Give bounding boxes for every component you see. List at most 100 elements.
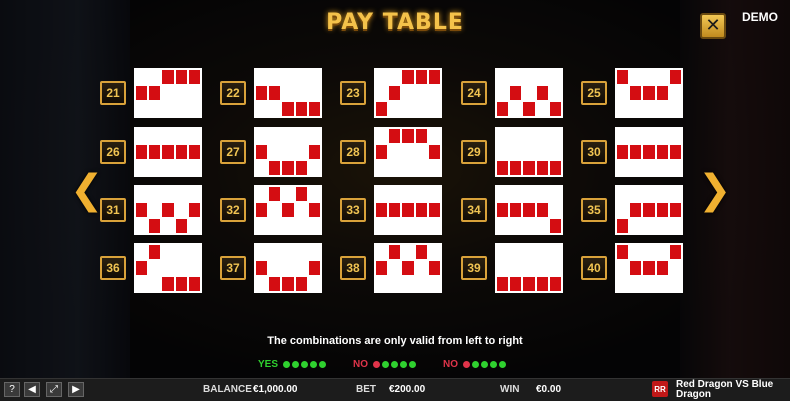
- fullscreen-icon[interactable]: ⤢: [46, 382, 62, 397]
- payline-pattern: [495, 243, 563, 293]
- payline-cell-active: [295, 161, 307, 175]
- payline-cell: [643, 245, 655, 259]
- payline-cell: [643, 102, 655, 116]
- payline-cell: [389, 161, 401, 175]
- payline-cell: [415, 187, 427, 201]
- payline-pattern: [495, 127, 563, 177]
- payline-cell: [669, 261, 681, 275]
- payline-number: 29: [461, 140, 487, 164]
- help-icon[interactable]: ?: [4, 382, 20, 397]
- payline-cell-active: [510, 277, 522, 291]
- payline-cell: [656, 102, 668, 116]
- payline-cell: [175, 102, 187, 116]
- payline-cell: [497, 86, 509, 100]
- dot: [292, 361, 300, 368]
- payline-cell-active: [269, 187, 281, 201]
- payline-cell: [549, 86, 561, 100]
- payline-cell: [510, 187, 522, 201]
- payline-card: 24: [461, 68, 565, 118]
- payline-cell: [376, 187, 388, 201]
- payline-cell: [656, 219, 668, 233]
- payline-cell-active: [536, 86, 548, 100]
- payline-cell: [669, 219, 681, 233]
- payline-cell-active: [428, 70, 440, 84]
- payline-cell: [162, 129, 174, 143]
- play-icon[interactable]: ▶: [68, 382, 84, 397]
- payline-cell-active: [149, 145, 161, 159]
- payline-cell: [643, 161, 655, 175]
- payline-pattern: [615, 127, 683, 177]
- payline-cell: [136, 161, 148, 175]
- dot: [319, 361, 327, 368]
- payline-cell: [175, 129, 187, 143]
- dot: [481, 361, 488, 368]
- payline-cell: [415, 219, 427, 233]
- balance-label: BALANCE: [203, 384, 252, 395]
- payline-cell: [669, 161, 681, 175]
- payline-cell: [162, 245, 174, 259]
- payline-cell: [510, 245, 522, 259]
- payline-cell: [630, 70, 642, 84]
- payline-cell: [282, 145, 294, 159]
- payline-cell: [536, 70, 548, 84]
- payline-cell-active: [497, 161, 509, 175]
- payline-cell: [149, 203, 161, 217]
- payline-pattern: [254, 243, 322, 293]
- payline-pattern: [374, 68, 442, 118]
- payline-cell-active: [510, 161, 522, 175]
- payline-cell: [536, 261, 548, 275]
- payline-cell: [656, 277, 668, 291]
- payline-cell-active: [308, 261, 320, 275]
- payline-cell: [295, 203, 307, 217]
- payline-cell: [269, 245, 281, 259]
- payline-number: 28: [340, 140, 366, 164]
- payline-cell-active: [162, 277, 174, 291]
- payline-pattern: [374, 185, 442, 235]
- balance-value: €1,000.00: [253, 384, 298, 395]
- payline-cell-active: [523, 161, 535, 175]
- payline-cell-active: [643, 203, 655, 217]
- payline-cell-active: [617, 70, 629, 84]
- payline-cell: [428, 245, 440, 259]
- payline-cell: [188, 102, 200, 116]
- payline-cell: [149, 102, 161, 116]
- dot: [463, 361, 470, 368]
- payline-cell: [643, 219, 655, 233]
- payline-cell: [630, 219, 642, 233]
- payline-cell-active: [136, 261, 148, 275]
- payline-cell: [617, 102, 629, 116]
- payline-cell: [669, 129, 681, 143]
- payline-cell: [617, 161, 629, 175]
- payline-cell: [536, 187, 548, 201]
- payline-cell-active: [669, 203, 681, 217]
- bet-value: €200.00: [389, 384, 426, 395]
- payline-cell-active: [497, 203, 509, 217]
- payline-cell: [162, 261, 174, 275]
- payline-cell: [295, 129, 307, 143]
- payline-cell: [175, 245, 187, 259]
- payline-cell: [295, 245, 307, 259]
- payline-cell-active: [617, 145, 629, 159]
- payline-cell: [256, 277, 268, 291]
- payline-card: 37: [220, 243, 324, 293]
- payline-cell: [643, 277, 655, 291]
- payline-cell: [415, 145, 427, 159]
- payline-cell: [389, 187, 401, 201]
- payline-cell: [308, 245, 320, 259]
- sound-icon[interactable]: ◀: [24, 382, 40, 397]
- payline-cell: [497, 245, 509, 259]
- payline-cell: [617, 86, 629, 100]
- payline-cell: [510, 219, 522, 233]
- dot: [472, 361, 479, 368]
- payline-cell: [389, 219, 401, 233]
- payline-cell-active: [630, 203, 642, 217]
- payline-cell: [428, 161, 440, 175]
- payline-cell: [630, 102, 642, 116]
- payline-cell-active: [149, 86, 161, 100]
- payline-number: 27: [220, 140, 246, 164]
- payline-cell: [136, 277, 148, 291]
- payline-cell: [536, 245, 548, 259]
- payline-cell: [136, 187, 148, 201]
- payline-cell-active: [617, 245, 629, 259]
- payline-cell: [256, 129, 268, 143]
